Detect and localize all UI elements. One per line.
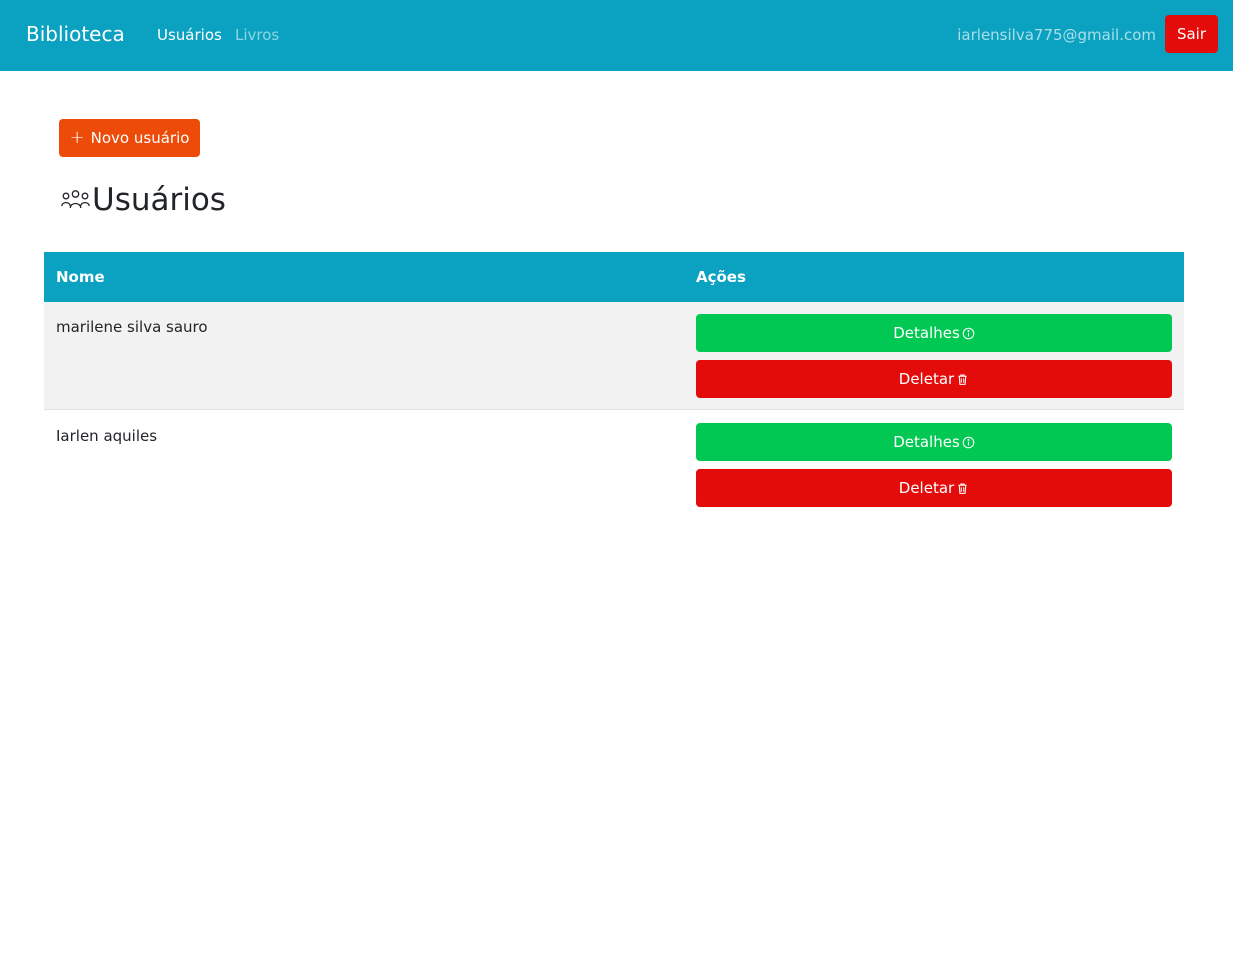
table-header: Nome Ações <box>44 252 1184 300</box>
page-title-text: Usuários <box>92 182 226 218</box>
delete-button[interactable]: Deletar <box>696 360 1172 398</box>
table-row: marilene silva sauro Detalhes Deletar <box>44 300 1184 410</box>
users-table: Nome Ações marilene silva sauro Detalhes… <box>44 252 1184 507</box>
page-title: Usuários <box>61 182 226 218</box>
details-label: Detalhes <box>893 433 960 451</box>
new-user-label: Novo usuário <box>90 129 190 147</box>
nav-link-usuarios[interactable]: Usuários <box>157 26 222 44</box>
column-header-acoes: Ações <box>696 268 746 286</box>
user-name: Iarlen aquiles <box>56 427 158 445</box>
info-icon <box>962 436 975 448</box>
delete-label: Deletar <box>898 479 955 497</box>
people-icon <box>61 190 90 209</box>
delete-label: Deletar <box>898 370 955 388</box>
delete-button[interactable]: Deletar <box>696 469 1172 507</box>
details-button[interactable]: Detalhes <box>696 314 1172 352</box>
trash-icon <box>958 483 967 494</box>
logout-button[interactable]: Sair <box>1165 15 1218 53</box>
column-header-nome: Nome <box>56 268 105 286</box>
nav-link-livros[interactable]: Livros <box>235 26 279 44</box>
trash-icon <box>958 374 967 385</box>
details-button[interactable]: Detalhes <box>696 423 1172 461</box>
table-row: Iarlen aquiles Detalhes Deletar <box>44 411 1184 521</box>
user-email: iarlensilva775@gmail.com <box>957 26 1156 44</box>
plus-icon: + <box>69 127 85 148</box>
brand-link[interactable]: Biblioteca <box>26 22 125 46</box>
info-icon <box>962 327 975 339</box>
navbar: Biblioteca Usuários Livros iarlensilva77… <box>0 0 1233 71</box>
user-name: marilene silva sauro <box>56 318 208 336</box>
details-label: Detalhes <box>893 324 960 342</box>
new-user-button[interactable]: + Novo usuário <box>59 119 200 157</box>
